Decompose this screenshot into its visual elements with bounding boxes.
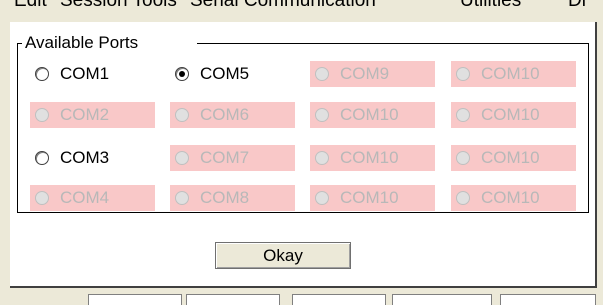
port-option-com10: COM10	[451, 61, 576, 87]
port-option-com10: COM10	[310, 102, 435, 128]
port-label: COM3	[60, 148, 110, 167]
port-option-com2: COM2	[30, 102, 155, 128]
background-left-edge	[0, 22, 10, 305]
background-field	[88, 294, 182, 305]
port-label: COM10	[340, 148, 399, 167]
port-label: COM8	[200, 188, 250, 207]
menu-item-partial[interactable]: Di	[568, 0, 586, 10]
port-option-com10: COM10	[451, 145, 576, 171]
radio-unselected-icon	[315, 191, 329, 205]
port-option-com5[interactable]: COM5	[170, 61, 295, 87]
port-option-com1[interactable]: COM1	[30, 61, 155, 87]
groupbox-title: Available Ports	[24, 33, 140, 53]
radio-dot-icon	[179, 71, 185, 77]
port-label: COM10	[481, 148, 540, 167]
port-option-com7: COM7	[170, 145, 295, 171]
port-label: COM9	[340, 64, 390, 83]
port-label: COM5	[200, 64, 250, 83]
port-option-com10: COM10	[310, 145, 435, 171]
radio-unselected-icon	[175, 151, 189, 165]
port-option-com3[interactable]: COM3	[30, 145, 155, 171]
port-label: COM1	[60, 64, 110, 83]
radio-unselected-icon	[175, 191, 189, 205]
background-field	[392, 294, 492, 305]
radio-unselected-icon	[456, 151, 470, 165]
port-label: COM10	[340, 188, 399, 207]
radio-unselected-icon	[315, 108, 329, 122]
port-label: COM6	[200, 105, 250, 124]
port-option-com8: COM8	[170, 185, 295, 211]
port-label: COM7	[200, 148, 250, 167]
radio-selected-icon[interactable]	[175, 67, 189, 81]
port-option-com10: COM10	[451, 185, 576, 211]
radio-unselected-icon	[35, 191, 49, 205]
background-field	[186, 294, 280, 305]
radio-unselected-icon[interactable]	[35, 151, 49, 165]
menu-item-session-tools[interactable]: Session Tools	[60, 0, 177, 10]
port-option-com10: COM10	[451, 102, 576, 128]
port-label: COM10	[481, 64, 540, 83]
port-option-com9: COM9	[310, 61, 435, 87]
menu-item-utilities[interactable]: Utilities	[460, 0, 521, 10]
port-option-com10: COM10	[310, 185, 435, 211]
menu-item-serial-communication[interactable]: Serial Communication	[190, 0, 376, 10]
background-field	[292, 294, 386, 305]
radio-unselected-icon[interactable]	[35, 67, 49, 81]
radio-unselected-icon	[456, 191, 470, 205]
port-label: COM4	[60, 188, 110, 207]
port-label: COM10	[481, 105, 540, 124]
port-label: COM2	[60, 105, 110, 124]
radio-unselected-icon	[456, 108, 470, 122]
radio-unselected-icon	[315, 151, 329, 165]
radio-unselected-icon	[315, 67, 329, 81]
radio-unselected-icon	[456, 67, 470, 81]
radio-unselected-icon	[35, 108, 49, 122]
port-selection-dialog: Available Ports COM1 COM5 COM9 COM10 COM2 COM…	[10, 22, 597, 288]
port-label: COM10	[481, 188, 540, 207]
okay-button[interactable]: Okay	[215, 242, 351, 269]
background-menubar: Edit Session Tools Serial Communication …	[0, 0, 603, 22]
port-label: COM10	[340, 105, 399, 124]
radio-unselected-icon	[175, 108, 189, 122]
background-field	[500, 294, 596, 305]
port-option-com6: COM6	[170, 102, 295, 128]
port-option-com4: COM4	[30, 185, 155, 211]
background-bottom-edge	[0, 288, 603, 305]
background-right-edge	[597, 22, 603, 288]
menu-item-edit[interactable]: Edit	[14, 0, 47, 10]
